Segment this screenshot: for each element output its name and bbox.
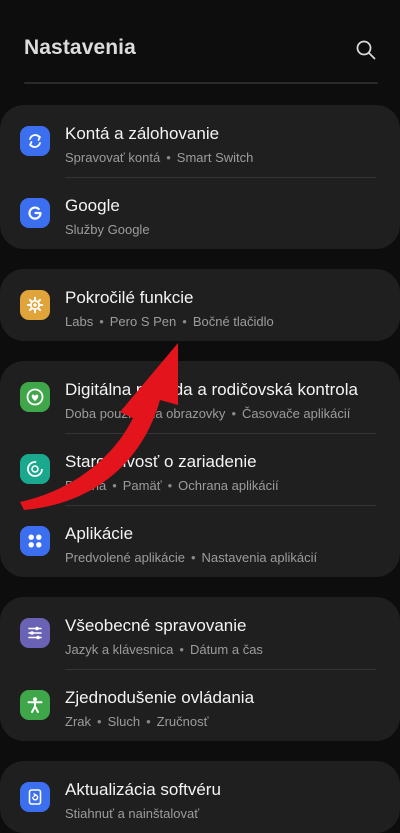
separator-dot: • [99, 314, 104, 329]
separator-dot: • [167, 478, 173, 493]
settings-item-title: Digitálna pohoda a rodičovská kontrola [65, 380, 358, 399]
subtitle-part: Nastavenia aplikácií [201, 550, 318, 565]
settings-item-title: Kontá a zálohovanie [65, 124, 220, 143]
subtitle-part: Smart Switch [176, 150, 254, 165]
settings-item[interactable]: Pokročilé funkcie Labs • Pero S Pen • Bočné t… [0, 269, 400, 341]
subtitle-part: Časovače aplikácií [242, 406, 351, 421]
settings-item[interactable]: Google Služby Google [0, 177, 400, 249]
page-title: Nastavenia [24, 36, 136, 59]
google-icon [20, 198, 50, 228]
subtitle-part: Ochrana aplikácií [178, 478, 279, 493]
subtitle-part: Jazyk a klávesnica [65, 642, 174, 657]
settings-item[interactable]: Digitálna pohoda a rodičovská kontrola Do… [0, 361, 400, 433]
separator-dot: • [97, 714, 102, 729]
settings-item-subtitle: Stiahnuť a nainštalovať [65, 806, 199, 821]
settings-item[interactable]: Zjednodušenie ovládania Zrak • Sluch • Zručno… [0, 669, 400, 741]
settings-card: Pokročilé funkcie Labs • Pero S Pen • Bočné t… [0, 269, 400, 341]
subtitle-part: Spravovať kontá [65, 150, 161, 165]
settings-item-title: Pokročilé funkcie [65, 288, 194, 307]
search-icon[interactable] [354, 38, 378, 62]
separator-dot: • [190, 550, 196, 565]
device-care-icon [20, 454, 50, 484]
subtitle-part: Zrak [65, 714, 91, 729]
settings-item[interactable]: Kontá a zálohovanie Spravovať kontá • Smart… [0, 105, 400, 177]
settings-item-subtitle: Labs • Pero S Pen • Bočné tlačidlo [65, 314, 274, 329]
separator-dot: • [166, 150, 171, 165]
subtitle-part: Labs [65, 314, 94, 329]
settings-card: Digitálna pohoda a rodičovská kontrola Do… [0, 361, 400, 577]
subtitle-part: Stiahnuť a nainštalovať [65, 806, 200, 821]
settings-item-subtitle: Spravovať kontá • Smart Switch [65, 150, 253, 165]
subtitle-part: Bočné tlačidlo [192, 314, 274, 329]
subtitle-part: Dátum a čas [189, 642, 263, 657]
heart-circle-icon [20, 382, 50, 412]
header: Nastavenia [0, 0, 400, 100]
subtitle-part: Batéria [65, 478, 107, 493]
accessibility-icon [20, 690, 50, 720]
settings-card: Kontá a zálohovanie Spravovať kontá • Smart… [0, 105, 400, 249]
settings-item-subtitle: Batéria • Pamäť • Ochrana aplikácií [65, 478, 279, 493]
subtitle-part: Pero S Pen [109, 314, 177, 329]
settings-item-title: Zjednodušenie ovládania [65, 688, 255, 707]
settings-item-subtitle: Predvolené aplikácie • Nastavenia aplikáci… [65, 550, 317, 565]
subtitle-part: Doba používania obrazovky [65, 406, 226, 421]
settings-item-subtitle: Zrak • Sluch • Zručnosť [65, 714, 209, 729]
settings-item-title: Google [65, 196, 120, 215]
separator-dot: • [182, 314, 187, 329]
subtitle-part: Predvolené aplikácie [65, 550, 185, 565]
separator-dot: • [179, 642, 184, 657]
sliders-icon [20, 618, 50, 648]
settings-card: Všeobecné spravovanie Jazyk a klávesnica •… [0, 597, 400, 741]
header-divider [24, 82, 378, 84]
subtitle-part: Pamäť [122, 478, 162, 493]
sync-icon [20, 126, 50, 156]
settings-item-subtitle: Jazyk a klávesnica • Dátum a čas [65, 642, 263, 657]
separator-dot: • [231, 406, 236, 421]
separator-dot: • [112, 478, 117, 493]
settings-item[interactable]: Starostlivosť o zariadenie Batéria • Pamäť •… [0, 433, 400, 505]
subtitle-part: Zručnosť [156, 714, 209, 729]
subtitle-part: Služby Google [65, 222, 150, 237]
settings-item[interactable]: Aplikácie Predvolené aplikácie • Nastavenia… [0, 505, 400, 577]
subtitle-part: Sluch [107, 714, 141, 729]
apps-grid-icon [20, 526, 50, 556]
settings-card: Aktualizácia softvéru Stiahnuť a nainštal… [0, 761, 400, 833]
software-update-icon [20, 782, 50, 812]
settings-item-subtitle: Služby Google [65, 222, 150, 237]
gear-plus-icon [20, 290, 50, 320]
settings-item-title: Aplikácie [65, 524, 134, 543]
settings-item[interactable]: Všeobecné spravovanie Jazyk a klávesnica •… [0, 597, 400, 669]
settings-item-title: Všeobecné spravovanie [65, 616, 247, 635]
settings-item-title: Starostlivosť o zariadenie [65, 452, 257, 471]
settings-item-title: Aktualizácia softvéru [65, 780, 221, 799]
settings-item-subtitle: Doba používania obrazovky • Časovače aplik… [65, 406, 350, 421]
settings-item[interactable]: Aktualizácia softvéru Stiahnuť a nainštal… [0, 761, 400, 833]
separator-dot: • [146, 714, 151, 729]
